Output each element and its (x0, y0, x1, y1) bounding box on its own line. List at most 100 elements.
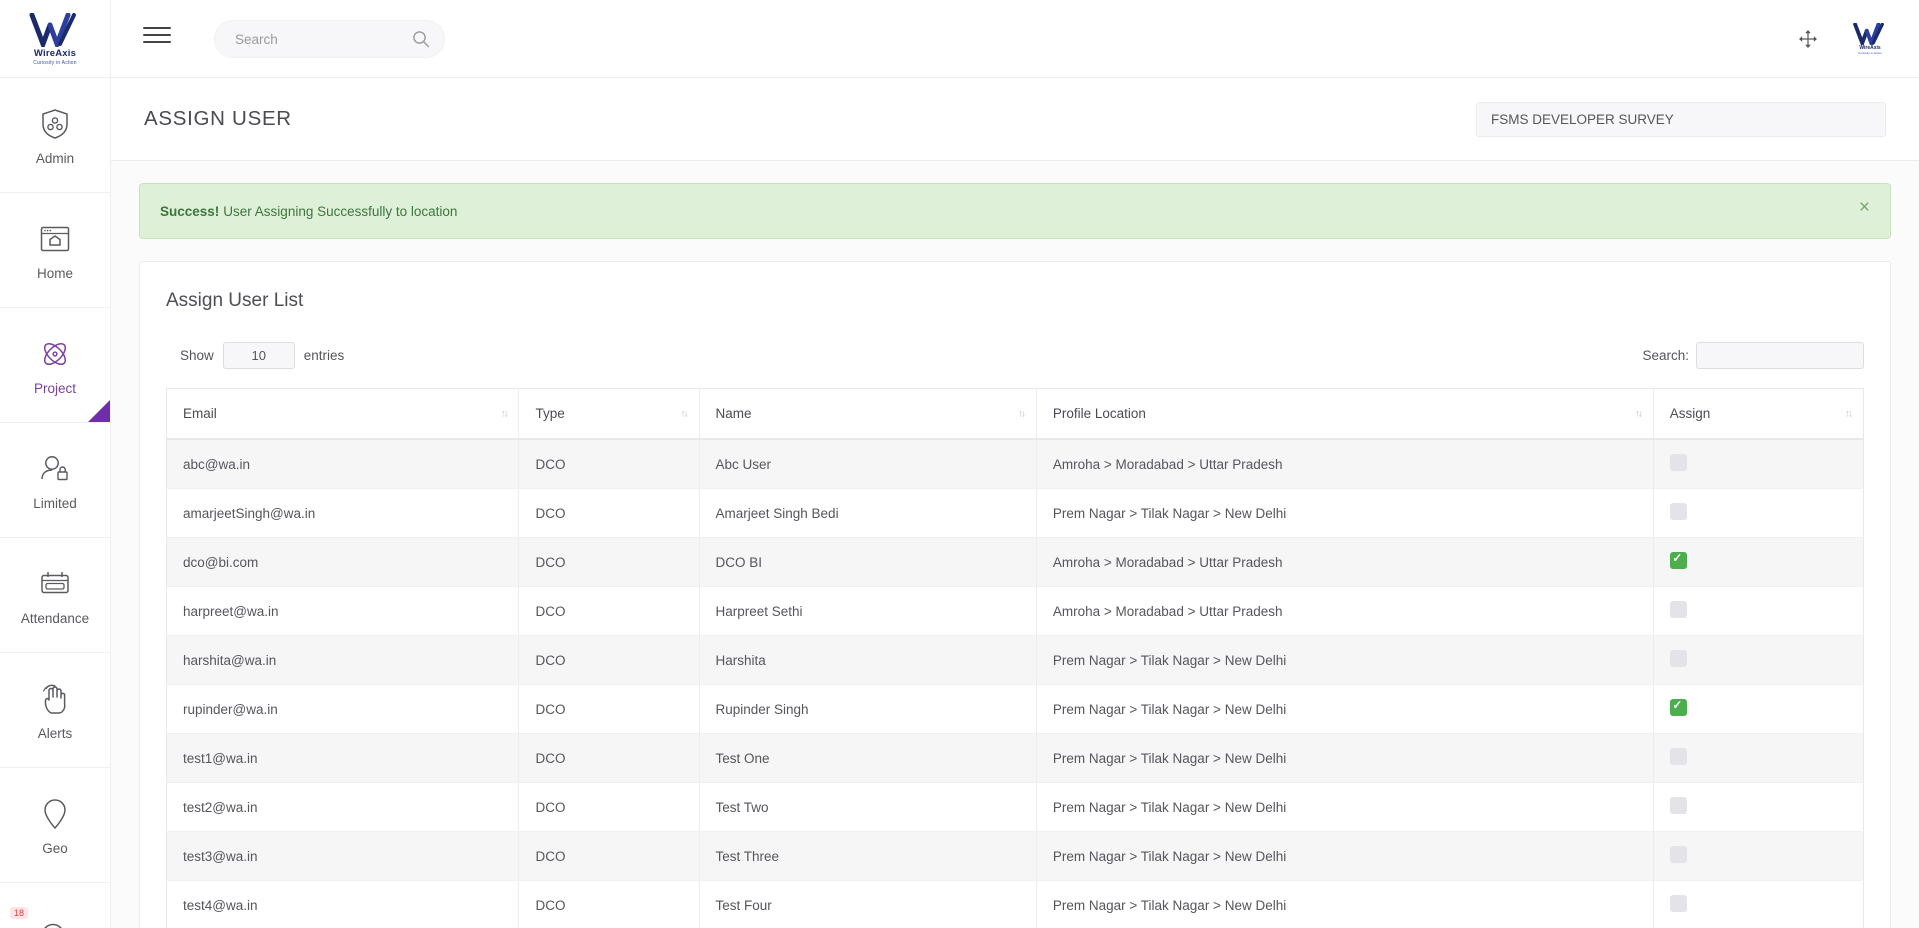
cell-name: Abc User (699, 439, 1036, 489)
sidebar-item-alerts[interactable]: Alerts (0, 653, 110, 768)
sidebar-item-limited[interactable]: Limited (0, 423, 110, 538)
cell-location: Prem Nagar > Tilak Nagar > New Delhi (1036, 832, 1653, 881)
table-row: test1@wa.inDCOTest OnePrem Nagar > Tilak… (167, 734, 1864, 783)
cell-type: DCO (519, 734, 699, 783)
table-search-label: Search: (1642, 348, 1689, 363)
sort-icon[interactable]: ↑↓ (500, 408, 506, 419)
table-search-input[interactable] (1696, 342, 1864, 369)
sidebar-item-admin[interactable]: Admin (0, 78, 110, 193)
global-search[interactable] (214, 20, 445, 58)
cell-name: Test Three (699, 832, 1036, 881)
assign-checkbox[interactable] (1670, 454, 1687, 471)
wireaxis-avatar-logo[interactable]: WireAxis Curiosity in Action (1849, 18, 1891, 60)
calendar-icon (39, 564, 71, 604)
brand-name: WireAxis (34, 48, 76, 59)
entries-label: entries (304, 348, 345, 363)
sidebar-item-label: Attendance (21, 611, 89, 626)
column-label: Assign (1670, 406, 1711, 421)
assign-checkbox[interactable] (1670, 503, 1687, 520)
assign-checkbox[interactable] (1670, 552, 1687, 569)
cell-type: DCO (519, 636, 699, 685)
column-header-email[interactable]: Email ↑↓ (167, 389, 519, 440)
shield-users-icon (40, 104, 70, 144)
cell-email: test4@wa.in (167, 881, 519, 928)
cell-type: DCO (519, 685, 699, 734)
cell-location: Prem Nagar > Tilak Nagar > New Delhi (1036, 685, 1653, 734)
avatar-brand-tagline: Curiosity in Action (1858, 51, 1882, 55)
page-title: ASSIGN USER (144, 107, 292, 131)
table-head: Email ↑↓ Type ↑↓ Name ↑↓ Profile Locatio… (167, 389, 1864, 440)
column-header-type[interactable]: Type ↑↓ (519, 389, 699, 440)
sidebar-item-geo[interactable]: Geo (0, 768, 110, 883)
cell-email: test2@wa.in (167, 783, 519, 832)
assign-user-card: Assign User List Show entries Search: Em… (139, 261, 1891, 928)
sort-icon[interactable]: ↑↓ (681, 408, 687, 419)
sort-icon[interactable]: ↑↓ (1845, 408, 1851, 419)
table-row: test4@wa.inDCOTest FourPrem Nagar > Tila… (167, 881, 1864, 928)
cell-type: DCO (519, 538, 699, 587)
cell-type: DCO (519, 881, 699, 928)
cell-assign (1653, 636, 1863, 685)
sidebar-item-home[interactable]: Home (0, 193, 110, 308)
sidebar-item-project[interactable]: Project (0, 308, 110, 423)
project-select[interactable]: FSMS DEVELOPER SURVEY (1476, 102, 1886, 137)
cell-location: Amroha > Moradabad > Uttar Pradesh (1036, 587, 1653, 636)
assign-checkbox[interactable] (1670, 895, 1687, 912)
search-input[interactable] (233, 21, 403, 57)
sidebar-item-attendance[interactable]: Attendance (0, 538, 110, 653)
table-controls: Show entries Search: (166, 338, 1864, 374)
alert-strong: Success! (160, 204, 219, 219)
hamburger-menu-icon[interactable] (143, 27, 171, 49)
cell-location: Prem Nagar > Tilak Nagar > New Delhi (1036, 636, 1653, 685)
entries-length-control: Show entries (180, 342, 344, 369)
move-arrows-icon[interactable] (1797, 28, 1819, 50)
sidebar-item-label: Alerts (38, 726, 73, 741)
cell-email: amarjeetSingh@wa.in (167, 489, 519, 538)
sort-icon[interactable]: ↑↓ (1635, 408, 1641, 419)
cell-name: Harshita (699, 636, 1036, 685)
active-indicator-corner (88, 400, 110, 422)
table-row: amarjeetSingh@wa.inDCOAmarjeet Singh Bed… (167, 489, 1864, 538)
sidebar-item-label: Home (37, 266, 73, 281)
assign-user-table: Email ↑↓ Type ↑↓ Name ↑↓ Profile Locatio… (166, 388, 1864, 928)
table-header-row: Email ↑↓ Type ↑↓ Name ↑↓ Profile Locatio… (167, 389, 1864, 440)
cell-location: Prem Nagar > Tilak Nagar > New Delhi (1036, 783, 1653, 832)
browser-home-icon (39, 219, 71, 259)
table-search-control: Search: (1642, 342, 1864, 369)
wireaxis-logo-icon (29, 13, 81, 47)
cell-type: DCO (519, 587, 699, 636)
sidebar-item-label: Admin (36, 151, 74, 166)
sort-icon[interactable]: ↑↓ (1018, 408, 1024, 419)
cell-email: abc@wa.in (167, 439, 519, 489)
column-header-name[interactable]: Name ↑↓ (699, 389, 1036, 440)
column-header-profile-location[interactable]: Profile Location ↑↓ (1036, 389, 1653, 440)
cell-assign (1653, 685, 1863, 734)
assign-checkbox[interactable] (1670, 601, 1687, 618)
assign-checkbox[interactable] (1670, 797, 1687, 814)
column-header-assign[interactable]: Assign ↑↓ (1653, 389, 1863, 440)
sidebar-item-search[interactable]: 18 (0, 883, 110, 928)
cell-name: Test Four (699, 881, 1036, 928)
brand-logo[interactable]: WireAxis Curiosity in Action (0, 0, 111, 78)
close-icon[interactable]: × (1859, 198, 1870, 217)
cell-type: DCO (519, 832, 699, 881)
cell-assign (1653, 538, 1863, 587)
column-label: Email (183, 406, 217, 421)
cell-type: DCO (519, 489, 699, 538)
column-label: Profile Location (1053, 406, 1146, 421)
cell-location: Prem Nagar > Tilak Nagar > New Delhi (1036, 734, 1653, 783)
cell-assign (1653, 439, 1863, 489)
assign-checkbox[interactable] (1670, 650, 1687, 667)
cell-name: Rupinder Singh (699, 685, 1036, 734)
user-lock-icon (39, 449, 71, 489)
entries-select[interactable] (223, 342, 295, 369)
cell-email: rupinder@wa.in (167, 685, 519, 734)
success-alert: Success! User Assigning Successfully to … (139, 183, 1891, 239)
assign-checkbox[interactable] (1670, 748, 1687, 765)
card-title: Assign User List (166, 290, 1864, 312)
assign-checkbox[interactable] (1670, 699, 1687, 716)
table-row: test2@wa.inDCOTest TwoPrem Nagar > Tilak… (167, 783, 1864, 832)
cell-location: Prem Nagar > Tilak Nagar > New Delhi (1036, 489, 1653, 538)
search-icon[interactable] (412, 30, 430, 48)
assign-checkbox[interactable] (1670, 846, 1687, 863)
